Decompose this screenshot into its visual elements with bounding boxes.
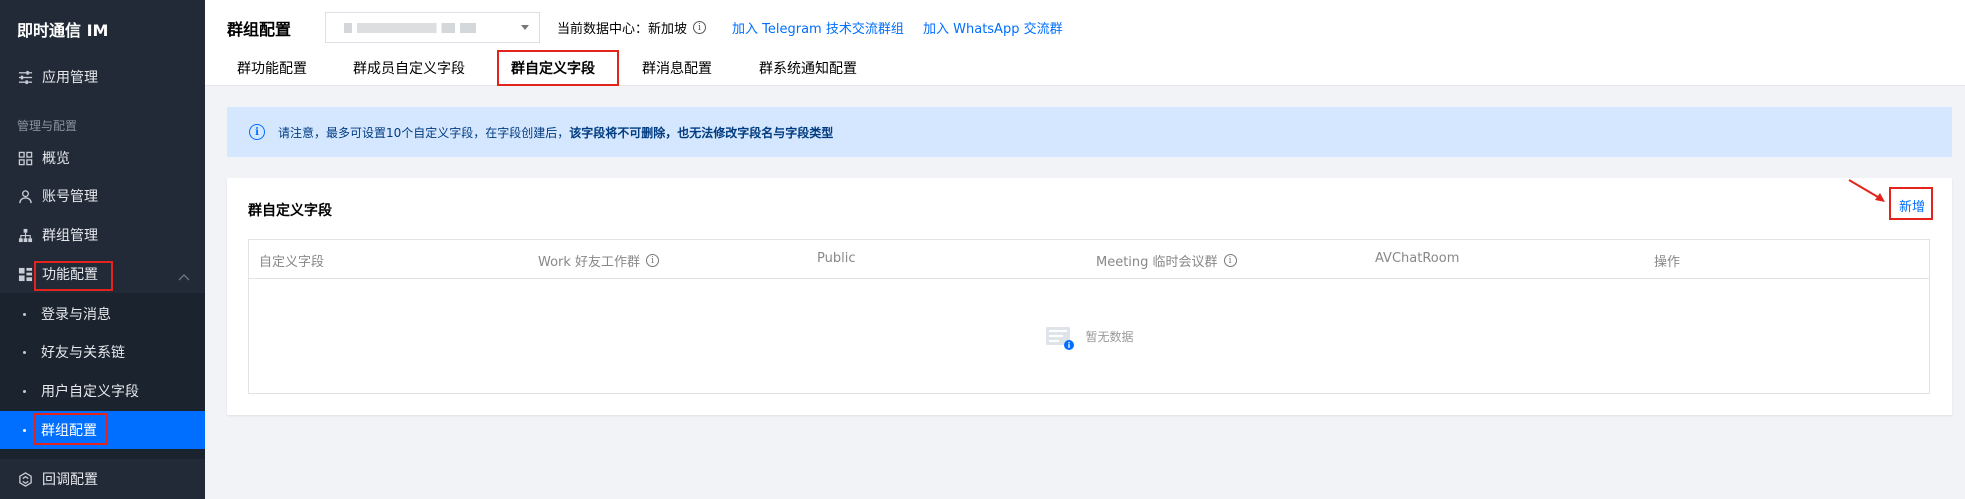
sliders-icon <box>17 69 33 85</box>
sidebar-subitem-friends[interactable]: 好友与关系链 <box>0 333 205 371</box>
sidebar-section-label: 管理与配置 <box>17 119 78 133</box>
grid-icon <box>17 150 33 166</box>
app-select[interactable] <box>325 12 540 43</box>
highlight-box <box>34 261 113 291</box>
column-label: Meeting 临时会议群 <box>1096 255 1218 270</box>
notice-emphasis: 该字段将不可删除，也无法修改字段名与字段类型 <box>569 125 834 140</box>
caret-down-icon <box>521 25 529 30</box>
column-header: Meeting 临时会议群 i <box>1096 251 1237 270</box>
chevron-up-icon[interactable] <box>178 273 190 281</box>
sidebar-item-app-management[interactable]: 应用管理 <box>0 59 205 95</box>
datacenter-label: 当前数据中心：新加坡 i <box>557 18 707 37</box>
org-icon <box>17 227 33 243</box>
app-name-redacted <box>344 23 476 33</box>
bullet-icon <box>23 350 26 354</box>
notice-banner: i 请注意，最多可设置10个自定义字段，在字段创建后，该字段将不可删除，也无法修… <box>227 107 1952 157</box>
page-title: 群组配置 <box>227 20 292 39</box>
sidebar-item-label: 应用管理 <box>42 70 98 86</box>
column-header: AVChatRoom <box>1375 251 1459 266</box>
column-label: AVChatRoom <box>1375 251 1460 266</box>
column-label: 操作 <box>1654 255 1681 270</box>
highlight-box <box>34 413 108 445</box>
top-header: 群组配置 当前数据中心：新加坡 i 加入 Telegram 技术交流群组 加入 … <box>205 0 1965 86</box>
sidebar-item-callback[interactable]: 回调配置 <box>0 461 205 497</box>
whatsapp-link[interactable]: 加入 WhatsApp 交流群 <box>923 18 1063 37</box>
highlight-box <box>1889 187 1933 220</box>
column-header: 自定义字段 <box>259 251 324 270</box>
highlight-box <box>497 50 619 86</box>
sidebar-item-label: 概览 <box>42 151 70 167</box>
column-header: Work 好友工作群 i <box>538 251 660 270</box>
sidebar-subitem-label: 用户自定义字段 <box>41 384 139 400</box>
table-header: 自定义字段 Work 好友工作群 i Public Meeting 临时会议群 i … <box>249 240 1929 279</box>
sidebar-subitem-label: 好友与关系链 <box>41 345 125 361</box>
column-label: Work 好友工作群 <box>538 255 641 270</box>
bullet-icon <box>23 389 26 393</box>
column-header: Public <box>817 251 855 266</box>
red-arrow-icon <box>1848 179 1885 202</box>
sidebar-item-label: 回调配置 <box>42 472 98 488</box>
tab-message-config[interactable]: 群消息配置 <box>642 58 712 78</box>
fields-table: 自定义字段 Work 好友工作群 i Public Meeting 临时会议群 i … <box>248 239 1930 394</box>
empty-state: 暂无数据 <box>249 279 1929 394</box>
sidebar-subitem-user-fields[interactable]: 用户自定义字段 <box>0 372 205 410</box>
empty-text: 暂无数据 <box>1085 330 1134 344</box>
info-icon[interactable]: i <box>1223 254 1237 267</box>
info-icon: i <box>249 124 265 140</box>
sidebar-subitem-login-message[interactable]: 登录与消息 <box>0 295 205 333</box>
sidebar-item-group-management[interactable]: 群组管理 <box>0 217 205 253</box>
notice-prefix: 请注意，最多可设置10个自定义字段，在字段创建后， <box>278 125 570 140</box>
sidebar-item-overview[interactable]: 概览 <box>0 140 205 176</box>
user-icon <box>17 188 33 204</box>
datacenter-text: 当前数据中心：新加坡 <box>557 22 688 37</box>
telegram-link[interactable]: 加入 Telegram 技术交流群组 <box>732 18 904 37</box>
column-label: 自定义字段 <box>259 255 325 270</box>
bullet-icon <box>23 312 26 316</box>
sidebar-subitem-label: 登录与消息 <box>41 307 111 323</box>
tab-notification-config[interactable]: 群系统通知配置 <box>759 58 857 78</box>
sidebar: 即时通信 IM 应用管理 管理与配置 概览 账号管理 群组管理 功能配置 登录与… <box>0 0 205 499</box>
tab-group-function[interactable]: 群功能配置 <box>237 58 307 78</box>
callback-icon <box>17 471 33 487</box>
sidebar-item-label: 群组管理 <box>42 228 98 244</box>
column-header: 操作 <box>1654 251 1680 270</box>
product-title: 即时通信 IM <box>17 21 109 40</box>
info-icon[interactable]: i <box>693 21 707 34</box>
sidebar-item-account[interactable]: 账号管理 <box>0 178 205 214</box>
column-label: Public <box>817 251 856 266</box>
group-fields-card: 群自定义字段 新增 自定义字段 Work 好友工作群 i Public Meeti… <box>227 178 1952 415</box>
notice-text: 请注意，最多可设置10个自定义字段，在字段创建后，该字段将不可删除，也无法修改字… <box>278 124 833 141</box>
sidebar-item-label: 账号管理 <box>42 189 98 205</box>
function-config-icon <box>17 266 33 282</box>
bullet-icon <box>23 428 26 432</box>
tab-member-fields[interactable]: 群成员自定义字段 <box>353 58 465 78</box>
info-icon[interactable]: i <box>646 254 660 267</box>
empty-data-icon <box>1046 326 1075 350</box>
card-title: 群自定义字段 <box>248 203 332 219</box>
